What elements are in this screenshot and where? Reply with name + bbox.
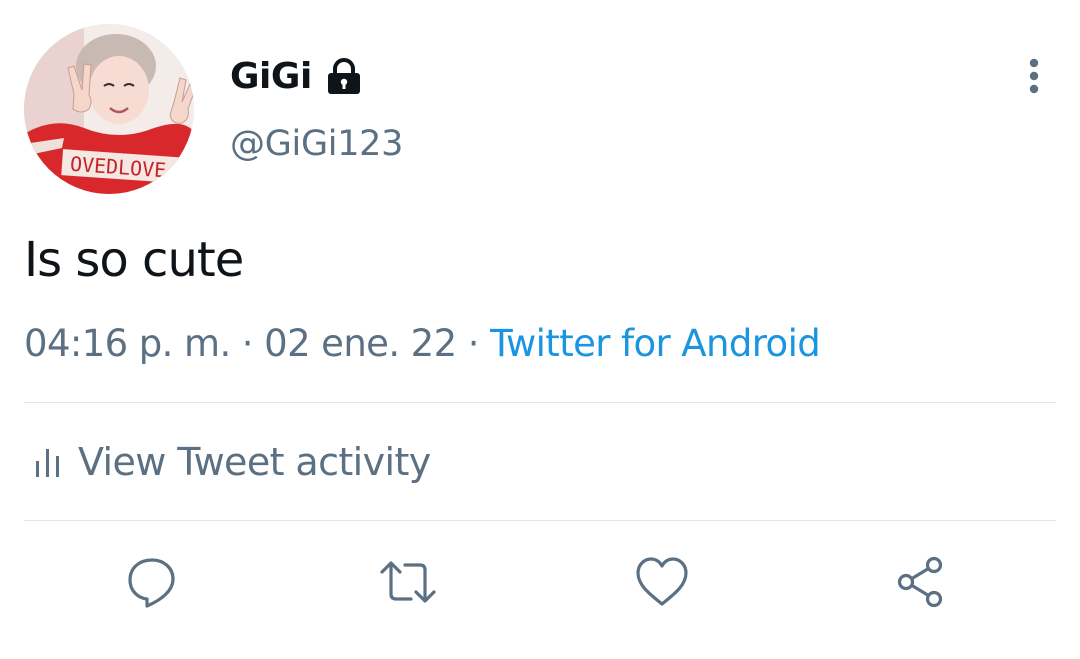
divider	[24, 520, 1056, 521]
more-vertical-icon	[1029, 58, 1039, 94]
avatar-image: OVEDLOVE	[24, 24, 194, 194]
view-tweet-activity-label: View Tweet activity	[78, 440, 431, 484]
tweet-actions-bar	[0, 552, 1080, 612]
like-button[interactable]	[632, 552, 692, 612]
view-tweet-activity-button[interactable]: View Tweet activity	[34, 436, 431, 488]
retweet-icon	[380, 561, 436, 603]
share-button[interactable]	[890, 552, 950, 612]
share-icon	[897, 556, 943, 608]
more-options-button[interactable]	[1016, 54, 1052, 98]
user-handle[interactable]: @GiGi123	[230, 122, 403, 166]
tweet-text: Is so cute	[24, 232, 244, 288]
tweet-metadata: 04:16 p. m. · 02 ene. 22 · Twitter for A…	[24, 320, 821, 368]
display-name[interactable]: GiGi	[230, 55, 312, 99]
retweet-button[interactable]	[378, 552, 438, 612]
avatar[interactable]: OVEDLOVE	[24, 24, 194, 194]
lock-icon	[326, 58, 362, 96]
bar-chart-icon	[36, 449, 59, 477]
meta-separator: ·	[241, 322, 254, 365]
tweet-date[interactable]: 02 ene. 22	[264, 322, 457, 365]
heart-icon	[636, 557, 688, 606]
reply-button[interactable]	[122, 552, 182, 612]
meta-separator: ·	[467, 322, 480, 365]
tweet-detail: OVEDLOVE GiGi @GiGi123 Is so cute 04:16 …	[0, 0, 1080, 659]
reply-icon	[128, 558, 175, 608]
tweet-source-link[interactable]: Twitter for Android	[490, 322, 821, 365]
tweet-time[interactable]: 04:16 p. m.	[24, 322, 231, 365]
display-name-row[interactable]: GiGi	[230, 55, 362, 99]
divider	[24, 402, 1056, 403]
